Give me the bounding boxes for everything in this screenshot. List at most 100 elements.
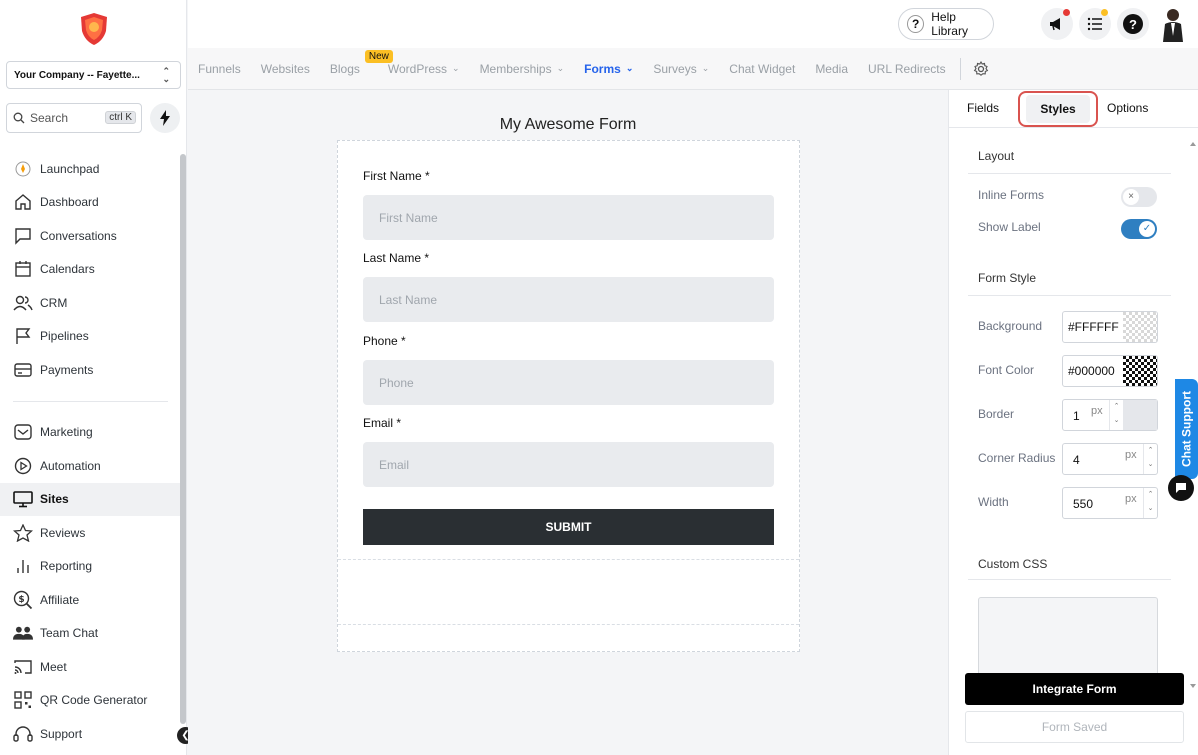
- tab-fields[interactable]: Fields: [967, 101, 999, 115]
- qr-icon: [13, 690, 33, 710]
- help-button[interactable]: ?: [1117, 8, 1149, 40]
- dollar-search-icon: $: [13, 590, 33, 610]
- avatar[interactable]: [1158, 6, 1188, 42]
- sidebar-item-team-chat[interactable]: Team Chat: [0, 617, 181, 651]
- company-name: Your Company -- Fayette...: [14, 69, 140, 81]
- company-logo[interactable]: [79, 12, 109, 46]
- sidebar-item-support[interactable]: Support: [0, 717, 181, 751]
- email-input[interactable]: Email: [363, 442, 774, 487]
- tab-chat-widget[interactable]: Chat Widget: [729, 62, 795, 76]
- top-bar: ? Help Library ?: [188, 0, 1198, 48]
- font-color-input[interactable]: #000000: [1062, 355, 1158, 387]
- section-divider: [968, 579, 1171, 580]
- tab-media[interactable]: Media: [815, 62, 848, 76]
- sidebar-item-reviews[interactable]: Reviews: [0, 516, 181, 550]
- width-input[interactable]: 550 px ⌃ ⌄: [1062, 487, 1158, 519]
- integrate-form-button[interactable]: Integrate Form: [965, 673, 1184, 705]
- layout-heading: Layout: [978, 149, 1015, 163]
- inline-forms-label: Inline Forms: [978, 188, 1045, 202]
- sidebar-item-qr-code-generator[interactable]: QR Code Generator: [0, 684, 181, 718]
- corner-radius-input[interactable]: 4 px ⌃ ⌄: [1062, 443, 1158, 475]
- sidebar-item-automation[interactable]: Automation: [0, 449, 181, 483]
- field-email[interactable]: Email * Email: [363, 416, 774, 487]
- show-label-toggle[interactable]: [1121, 219, 1157, 239]
- chevron-updown-icon: ⌃ ⌄: [162, 66, 170, 84]
- sidebar-item-meet[interactable]: Meet: [0, 650, 181, 684]
- sidebar-item-affiliate[interactable]: $ Affiliate: [0, 583, 181, 617]
- section-divider: [968, 295, 1171, 296]
- sidebar-item-label: Support: [40, 726, 83, 741]
- field-last-name[interactable]: Last Name * Last Name: [363, 251, 774, 322]
- sidebar-item-label: Launchpad: [40, 161, 100, 176]
- question-icon: ?: [907, 15, 925, 33]
- phone-input[interactable]: Phone: [363, 360, 774, 405]
- tab-label: Blogs: [329, 61, 360, 76]
- stepper-arrows[interactable]: ⌃ ⌄: [1143, 488, 1157, 518]
- search-label: Search: [30, 111, 69, 125]
- calendar-icon: [13, 259, 33, 279]
- chat-icon: [13, 226, 33, 246]
- sidebar-item-launchpad[interactable]: Launchpad: [0, 152, 181, 186]
- megaphone-icon: [1050, 18, 1060, 31]
- quick-actions-button[interactable]: [150, 103, 180, 133]
- announcements-button[interactable]: [1041, 8, 1073, 40]
- tab-wordpress[interactable]: WordPress ⌄: [388, 62, 460, 76]
- sidebar-item-conversations[interactable]: Conversations: [0, 219, 181, 253]
- border-color-fill[interactable]: [1123, 400, 1157, 430]
- background-color-input[interactable]: #FFFFFF: [1062, 311, 1158, 343]
- sidebar-item-payments[interactable]: Payments: [0, 353, 181, 387]
- form-title[interactable]: My Awesome Form: [188, 116, 948, 134]
- sidebar-item-sites[interactable]: Sites: [0, 482, 181, 516]
- last-name-input[interactable]: Last Name: [363, 277, 774, 322]
- chat-bubble-button[interactable]: [1168, 475, 1194, 501]
- first-name-input[interactable]: First Name: [363, 195, 774, 240]
- help-library-button[interactable]: ? Help Library: [898, 8, 994, 40]
- credit-card-icon: [13, 360, 33, 380]
- tab-surveys[interactable]: Surveys ⌄: [653, 62, 709, 76]
- font-color-swatch[interactable]: [1123, 356, 1157, 386]
- tab-forms[interactable]: Forms ⌄: [584, 62, 633, 76]
- inline-forms-toggle[interactable]: [1121, 187, 1157, 207]
- field-phone[interactable]: Phone * Phone: [363, 334, 774, 405]
- tab-websites[interactable]: Websites: [261, 62, 310, 76]
- tab-memberships[interactable]: Memberships ⌄: [480, 62, 565, 76]
- tab-funnels[interactable]: Funnels: [198, 62, 241, 76]
- field-label: Phone *: [363, 334, 406, 348]
- border-input[interactable]: 1 px ⌃ ⌄: [1062, 399, 1158, 431]
- company-switcher[interactable]: Your Company -- Fayette... ⌃ ⌄: [6, 61, 181, 89]
- form-drop-zone[interactable]: [338, 559, 799, 625]
- tab-styles[interactable]: Styles: [1018, 91, 1098, 127]
- chat-support-tab[interactable]: Chat Support: [1175, 379, 1198, 479]
- stepper-arrows[interactable]: ⌃ ⌄: [1143, 444, 1157, 474]
- tasks-button[interactable]: [1079, 8, 1111, 40]
- settings-button[interactable]: [973, 60, 989, 77]
- sidebar: Your Company -- Fayette... ⌃ ⌄ Search ctr…: [0, 0, 194, 755]
- form-settings-panel: Fields Styles Options Layout Inline Form…: [948, 90, 1198, 755]
- tab-url-redirects[interactable]: URL Redirects: [868, 62, 946, 76]
- sidebar-item-dashboard[interactable]: Dashboard: [0, 186, 181, 220]
- sidebar-item-calendars[interactable]: Calendars: [0, 253, 181, 287]
- sidebar-scrollbar[interactable]: [180, 154, 186, 724]
- sidebar-item-label: Conversations: [40, 228, 117, 243]
- sidebar-item-reporting[interactable]: Reporting: [0, 550, 181, 584]
- unit-label: px: [1091, 405, 1103, 417]
- background-swatch[interactable]: [1123, 312, 1157, 342]
- sidebar-item-marketing[interactable]: Marketing: [0, 416, 181, 450]
- form-builder-canvas: My Awesome Form First Name * First Name …: [188, 90, 948, 755]
- form-saved-button[interactable]: Form Saved: [965, 711, 1184, 743]
- search-button[interactable]: Search ctrl K: [6, 103, 142, 133]
- stepper-arrows[interactable]: ⌃ ⌄: [1109, 400, 1123, 430]
- tab-options[interactable]: Options: [1107, 101, 1148, 115]
- submit-button[interactable]: SUBMIT: [363, 509, 774, 545]
- tab-label: URL Redirects: [868, 61, 946, 76]
- sidebar-item-crm[interactable]: CRM: [0, 286, 181, 320]
- border-value: 1: [1073, 409, 1080, 423]
- chevron-down-icon: ⌄: [556, 63, 565, 73]
- field-first-name[interactable]: First Name * First Name: [363, 169, 774, 240]
- chevron-down-icon: ⌄: [701, 63, 710, 73]
- tasks-dot: [1101, 9, 1108, 16]
- tab-blogs[interactable]: Blogs New: [329, 49, 393, 76]
- team-icon: [13, 623, 33, 643]
- sidebar-item-pipelines[interactable]: Pipelines: [0, 320, 181, 354]
- subnav-divider: [959, 57, 961, 80]
